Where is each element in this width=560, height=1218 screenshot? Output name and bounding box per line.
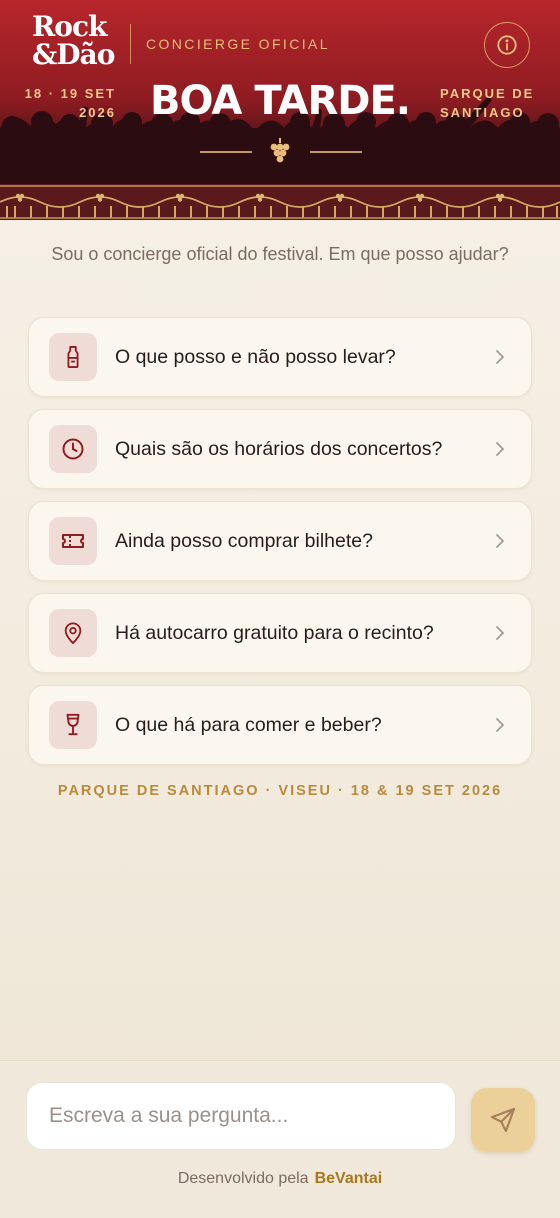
question-card-what-to-bring[interactable]: O que posso e não posso levar? [28, 317, 532, 397]
question-input[interactable] [26, 1082, 456, 1150]
grape-icon [270, 138, 290, 163]
send-icon [490, 1107, 516, 1133]
location-pin-icon [64, 622, 82, 644]
question-icon-box [49, 701, 97, 749]
venue-name-line1: PARQUE DE [440, 86, 535, 101]
event-dates: 18 · 19 SET [24, 86, 116, 101]
logo-line-2: &Dão [32, 38, 115, 71]
question-label: Quais são os horários dos concertos? [115, 437, 443, 460]
logo-line-1: Rock [32, 10, 107, 43]
question-label: Ainda posso comprar bilhete? [115, 529, 373, 552]
question-card-concert-times[interactable]: Quais são os horários dos concertos? [28, 409, 532, 489]
question-icon-box [49, 333, 97, 381]
question-card-buy-ticket[interactable]: Ainda posso comprar bilhete? [28, 501, 532, 581]
chevron-right-icon [496, 350, 504, 364]
header-divider [130, 24, 131, 64]
greeting-title: BOA TARDE. [150, 78, 411, 124]
developer-brand-link[interactable]: BeVantai [315, 1170, 383, 1187]
ornament-line-left [200, 151, 252, 153]
ornament-line-right [310, 151, 362, 153]
powered-by: Desenvolvido pela BeVantai [0, 1170, 560, 1188]
question-label: Há autocarro gratuito para o recinto? [115, 621, 434, 644]
question-label: O que posso e não posso levar? [115, 345, 396, 368]
festival-header: Rock &Dão CONCIERGE OFICIAL 18 · 19 SET … [0, 0, 560, 220]
question-card-food-drink[interactable]: O que há para comer e beber? [28, 685, 532, 765]
bottle-icon [67, 345, 79, 368]
festival-logo: Rock &Dão [32, 10, 115, 72]
powered-by-text: Desenvolvido pela [177, 1170, 309, 1187]
chevron-right-icon [496, 442, 504, 456]
intro-text: Sou o concierge oficial do festival. Em … [51, 244, 509, 264]
question-label: O que há para comer e beber? [115, 713, 382, 736]
send-button[interactable] [471, 1088, 535, 1152]
chevron-right-icon [496, 626, 504, 640]
info-button[interactable] [484, 22, 530, 68]
question-icon-box [49, 425, 97, 473]
decorative-border [0, 184, 560, 220]
event-year: 2026 [79, 105, 116, 120]
chevron-right-icon [496, 718, 504, 732]
chevron-right-icon [496, 534, 504, 548]
question-card-free-bus[interactable]: Há autocarro gratuito para o recinto? [28, 593, 532, 673]
venue-footer: PARQUE DE SANTIAGO · VISEU · 18 & 19 SET… [57, 783, 503, 799]
wine-glass-icon [66, 713, 80, 736]
question-icon-box [49, 609, 97, 657]
concierge-label: CONCIERGE OFICIAL [146, 36, 330, 52]
clock-icon [62, 438, 84, 460]
venue-name-line2: SANTIAGO [440, 105, 525, 120]
ticket-icon [62, 534, 84, 548]
question-icon-box [49, 517, 97, 565]
info-icon [497, 35, 517, 55]
